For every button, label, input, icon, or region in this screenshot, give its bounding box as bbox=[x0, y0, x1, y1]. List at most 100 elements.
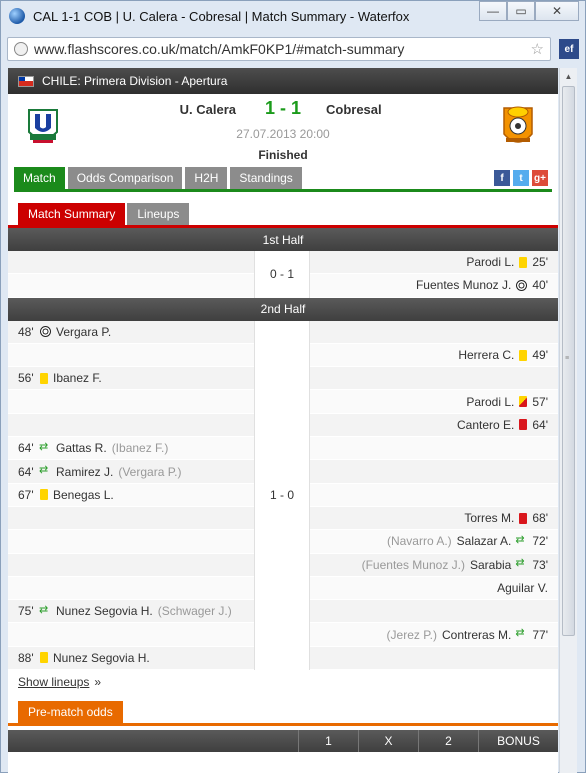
event-minute: 57' bbox=[532, 394, 548, 409]
home-event: 88' Nunez Segovia H. bbox=[8, 647, 254, 669]
event-player[interactable]: Salazar A. bbox=[457, 534, 512, 548]
event-player[interactable]: Ibanez F. bbox=[53, 371, 102, 385]
event-minute: 56' bbox=[18, 371, 34, 386]
away-event: Herrera C. 49' bbox=[310, 344, 558, 366]
window-title: CAL 1-1 COB | U. Calera - Cobresal | Mat… bbox=[33, 8, 410, 24]
event-player[interactable]: Benegas L. bbox=[53, 488, 114, 502]
match-header: U. Calera 1 - 1 Cobresal 27.07.2013 20:0… bbox=[8, 94, 558, 166]
event-player[interactable]: Torres M. bbox=[464, 511, 514, 525]
tab-lineups[interactable]: Lineups bbox=[127, 203, 190, 225]
twitter-icon[interactable]: t bbox=[513, 170, 529, 186]
substitution-icon bbox=[515, 626, 527, 640]
away-event: (Navarro A.) Salazar A. 72' bbox=[310, 530, 558, 552]
odds-col-bonus: BONUS bbox=[478, 730, 558, 753]
facebook-icon[interactable]: f bbox=[494, 170, 510, 186]
event-player[interactable]: Herrera C. bbox=[458, 348, 514, 362]
show-lineups-arrow-icon: » bbox=[94, 675, 102, 690]
maximize-button[interactable]: ▭ bbox=[507, 1, 535, 21]
home-team-name[interactable]: U. Calera bbox=[158, 102, 236, 117]
share-buttons: f t g+ bbox=[494, 170, 548, 186]
substitution-icon bbox=[515, 556, 527, 570]
second-half-header: 2nd Half bbox=[8, 297, 558, 321]
away-event: Cantero E. 64' bbox=[310, 414, 558, 436]
red-card-icon bbox=[519, 419, 528, 431]
minimize-button[interactable]: — bbox=[479, 1, 507, 21]
url-field[interactable]: www.flashscores.co.uk/match/AmkF0KP1/#ma… bbox=[7, 37, 551, 61]
away-team-name[interactable]: Cobresal bbox=[326, 102, 382, 117]
waterfox-icon bbox=[9, 8, 25, 24]
tab-match-summary[interactable]: Match Summary bbox=[18, 203, 126, 225]
away-event: (Jerez P.) Contreras M. 77' bbox=[310, 623, 558, 645]
tab-standings[interactable]: Standings bbox=[230, 167, 302, 189]
event-player[interactable]: Fuentes Munoz J. bbox=[416, 278, 511, 292]
odds-col-1: 1 bbox=[298, 730, 358, 753]
home-event: 48' Vergara P. bbox=[8, 321, 254, 343]
event-player[interactable]: Aguilar V. bbox=[497, 581, 548, 595]
scroll-up-icon[interactable]: ▲ bbox=[560, 68, 577, 84]
tab-pre-match-odds[interactable]: Pre-match odds bbox=[18, 701, 123, 724]
vertical-scrollbar[interactable]: ▲ ≡ bbox=[559, 68, 577, 773]
event-player-out[interactable]: (Schwager J.) bbox=[158, 604, 232, 618]
home-event: 75' Nunez Segovia H. (Schwager J.) bbox=[8, 600, 254, 622]
yellow-red-card-icon bbox=[519, 396, 528, 408]
event-minute: 64' bbox=[18, 464, 34, 479]
goal-icon bbox=[40, 326, 51, 338]
event-player[interactable]: Sarabia bbox=[470, 558, 511, 572]
event-minute: 64' bbox=[18, 441, 34, 456]
event-player[interactable]: Contreras M. bbox=[442, 628, 511, 642]
event-minute: 72' bbox=[532, 534, 548, 549]
event-player-out[interactable]: (Vergara P.) bbox=[118, 465, 181, 479]
tab-odds-comparison[interactable]: Odds Comparison bbox=[67, 167, 183, 189]
first_half-score: 0 - 1 bbox=[254, 251, 310, 298]
show-lineups-label[interactable]: Show lineups bbox=[18, 675, 89, 689]
match-tabs: Match Odds Comparison H2H Standings f t … bbox=[14, 166, 552, 192]
home-event: 64' Ramirez J. (Vergara P.) bbox=[8, 460, 254, 482]
page-content: CHILE: Primera Division - Apertura U. Ca… bbox=[8, 68, 558, 773]
extension-button[interactable]: ef bbox=[559, 39, 579, 59]
scrollbar-thumb[interactable]: ≡ bbox=[562, 86, 575, 636]
event-player-out[interactable]: (Fuentes Munoz J.) bbox=[362, 558, 465, 572]
odds-tabs: Pre-match odds bbox=[8, 701, 558, 727]
site-identity-icon[interactable] bbox=[14, 42, 28, 56]
bookmark-star-icon[interactable]: ☆ bbox=[531, 40, 544, 58]
odds-header: 1 X 2 BONUS bbox=[8, 730, 558, 753]
event-player-out[interactable]: (Navarro A.) bbox=[387, 534, 452, 548]
event-player[interactable]: Cantero E. bbox=[457, 418, 514, 432]
home-event: 56' Ibanez F. bbox=[8, 367, 254, 389]
tab-h2h[interactable]: H2H bbox=[185, 167, 228, 189]
yellow-card-icon bbox=[40, 489, 48, 501]
event-player[interactable]: Nunez Segovia H. bbox=[56, 604, 153, 618]
goal-icon bbox=[516, 279, 528, 291]
away-event: (Fuentes Munoz J.) Sarabia 73' bbox=[310, 554, 558, 576]
event-player[interactable]: Parodi L. bbox=[466, 255, 514, 269]
event-player[interactable]: Vergara P. bbox=[56, 325, 111, 339]
substitution-icon bbox=[39, 440, 51, 454]
show-lineups-link[interactable]: Show lineups » bbox=[8, 670, 558, 694]
tab-match[interactable]: Match bbox=[14, 167, 65, 189]
event-player[interactable]: Gattas R. bbox=[56, 441, 107, 455]
substitution-icon bbox=[39, 463, 51, 477]
url-text[interactable]: www.flashscores.co.uk/match/AmkF0KP1/#ma… bbox=[34, 41, 531, 57]
event-player[interactable]: Parodi L. bbox=[466, 395, 514, 409]
event-minute: 77' bbox=[532, 627, 548, 642]
home-event: 67' Benegas L. bbox=[8, 484, 254, 506]
google-plus-icon[interactable]: g+ bbox=[532, 170, 548, 186]
summary-subtabs: Match Summary Lineups bbox=[8, 202, 558, 228]
event-player[interactable]: Ramirez J. bbox=[56, 465, 113, 479]
event-player-out[interactable]: (Jerez P.) bbox=[387, 628, 437, 642]
close-button[interactable]: ✕ bbox=[535, 1, 579, 21]
event-minute: 67' bbox=[18, 487, 34, 502]
event-minute: 88' bbox=[18, 650, 34, 665]
yellow-card-icon bbox=[519, 349, 528, 361]
second_half-score: 1 - 0 bbox=[254, 320, 310, 671]
away-event: Parodi L. 57' bbox=[310, 390, 558, 412]
match-status: Finished bbox=[258, 148, 308, 162]
event-player[interactable]: Nunez Segovia H. bbox=[53, 651, 150, 665]
event-minute: 73' bbox=[532, 557, 548, 572]
league-name[interactable]: CHILE: Primera Division - Apertura bbox=[42, 74, 227, 88]
away-event: Aguilar V. bbox=[310, 577, 558, 599]
second_half-rows: 48' Vergara P. Herrera C. 49' 56' Ibanez F. Pa… bbox=[8, 320, 558, 671]
event-minute: 49' bbox=[532, 348, 548, 363]
event-player-out[interactable]: (Ibanez F.) bbox=[112, 441, 169, 455]
yellow-card-icon bbox=[519, 256, 528, 268]
